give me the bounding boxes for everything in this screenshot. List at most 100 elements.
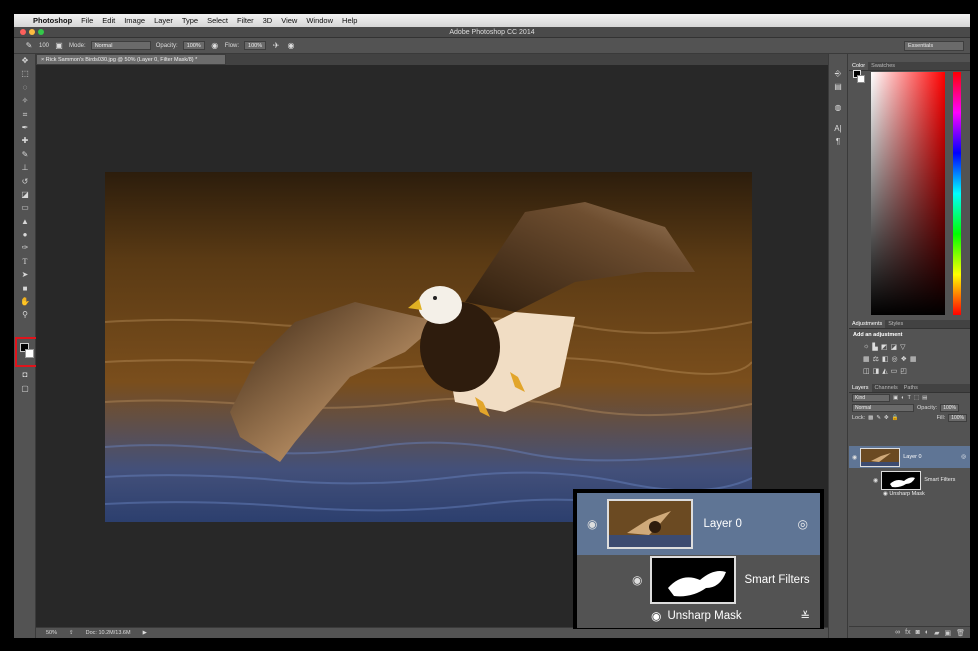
filter-adjustment-icon[interactable]: ◐ xyxy=(901,395,904,401)
exposure-icon[interactable]: ◪ xyxy=(890,343,897,351)
vibrance-icon[interactable]: ▽ xyxy=(900,343,905,351)
move-tool-icon[interactable]: ✥ xyxy=(14,54,36,67)
brush-tool-icon[interactable]: ✎ xyxy=(14,148,36,161)
properties-panel-icon[interactable]: ▤ xyxy=(829,80,847,93)
color-lookup-icon[interactable]: ▦ xyxy=(910,355,917,363)
menu-filter[interactable]: Filter xyxy=(237,16,254,25)
brightness-icon[interactable]: ☼ xyxy=(863,343,869,351)
layer-opacity-field[interactable]: 100% xyxy=(940,404,959,412)
character-panel-icon[interactable]: A| xyxy=(829,122,847,135)
delete-layer-icon[interactable]: 🗑 xyxy=(956,629,965,637)
brush-panel-toggle-icon[interactable]: ▣ xyxy=(54,41,64,51)
filter-type-icon[interactable]: T xyxy=(908,395,911,401)
new-adjustment-icon[interactable]: ◐ xyxy=(925,629,929,636)
screen-mode-icon[interactable]: ▢ xyxy=(14,382,36,395)
filter-shape-icon[interactable]: ⬚ xyxy=(914,395,919,401)
clone-stamp-tool-icon[interactable]: ⊥ xyxy=(14,161,36,174)
menu-file[interactable]: File xyxy=(81,16,93,25)
channel-mixer-icon[interactable]: ❖ xyxy=(901,355,907,363)
menu-select[interactable]: Select xyxy=(207,16,228,25)
unsharp-mask-label[interactable]: Unsharp Mask xyxy=(889,491,924,497)
quick-mask-icon[interactable]: ◘ xyxy=(14,368,36,381)
crop-tool-icon[interactable]: ⌗ xyxy=(14,108,36,121)
menu-help[interactable]: Help xyxy=(342,16,357,25)
tab-color[interactable]: Color xyxy=(849,62,869,70)
menu-view[interactable]: View xyxy=(281,16,297,25)
pressure-opacity-icon[interactable]: ◉ xyxy=(210,41,220,51)
color-balance-icon[interactable]: ⚖ xyxy=(873,355,879,363)
history-brush-tool-icon[interactable]: ↺ xyxy=(14,175,36,188)
zoom-level[interactable]: 50% xyxy=(46,630,57,636)
eraser-tool-icon[interactable]: ◪ xyxy=(14,188,36,201)
airbrush-icon[interactable]: ✈ xyxy=(271,41,281,51)
menu-edit[interactable]: Edit xyxy=(102,16,115,25)
smart-filter-mask-thumbnail[interactable] xyxy=(881,470,922,490)
link-layers-icon[interactable]: ∞ xyxy=(895,629,900,636)
opacity-field[interactable]: 100% xyxy=(182,41,205,50)
color-spectrum-field[interactable] xyxy=(871,72,945,315)
hue-slider[interactable] xyxy=(953,72,961,315)
type-tool-icon[interactable]: T xyxy=(14,255,36,268)
tab-channels[interactable]: Channels xyxy=(872,384,901,392)
smart-filters-visibility-eye-icon[interactable]: ◉ xyxy=(873,477,878,484)
tab-adjustments[interactable]: Adjustments xyxy=(849,320,886,328)
menu-photoshop[interactable]: Photoshop xyxy=(33,16,72,25)
smart-filters-row[interactable]: ◉ Smart Filters xyxy=(849,469,970,491)
layer-style-icon[interactable]: fx xyxy=(905,629,910,636)
filter-smart-object-icon[interactable]: ▤ xyxy=(922,395,927,401)
flow-field[interactable]: 100% xyxy=(244,41,267,50)
selective-color-icon[interactable]: ◰ xyxy=(900,367,907,375)
pressure-size-icon[interactable]: ◉ xyxy=(286,41,296,51)
document-tab[interactable]: × Rick Sammon's Birds030.jpg @ 50% (Laye… xyxy=(36,54,226,65)
layer-name[interactable]: Layer 0 xyxy=(903,454,921,460)
healing-brush-tool-icon[interactable]: ✚ xyxy=(14,134,36,147)
eagle-photo[interactable] xyxy=(105,172,752,522)
paragraph-panel-icon[interactable]: ¶ xyxy=(829,135,847,148)
black-white-icon[interactable]: ◧ xyxy=(882,355,889,363)
minimize-window-button[interactable] xyxy=(29,29,35,35)
history-panel-icon[interactable]: ⎆ xyxy=(829,67,847,80)
quick-select-tool-icon[interactable]: ✧ xyxy=(14,94,36,107)
rectangle-tool-icon[interactable]: ■ xyxy=(14,282,36,295)
gradient-map-icon[interactable]: ▭ xyxy=(891,367,898,375)
tab-swatches[interactable]: Swatches xyxy=(868,62,898,70)
mode-select[interactable]: Normal xyxy=(90,41,151,50)
workspace-select[interactable]: Essentials xyxy=(904,41,964,51)
background-color-swatch[interactable] xyxy=(25,349,34,358)
add-mask-icon[interactable]: ◙ xyxy=(916,629,920,636)
menu-image[interactable]: Image xyxy=(124,16,145,25)
filter-pixel-icon[interactable]: ▣ xyxy=(893,395,898,401)
brush-tool-icon[interactable]: ✎ xyxy=(24,41,34,51)
blur-tool-icon[interactable]: ▲ xyxy=(14,215,36,228)
export-icon[interactable]: ⇪ xyxy=(69,630,74,636)
menu-layer[interactable]: Layer xyxy=(154,16,173,25)
lock-all-icon[interactable]: 🔒 xyxy=(892,415,899,421)
zoom-window-button[interactable] xyxy=(38,29,44,35)
zoom-tool-icon[interactable]: ⚲ xyxy=(14,308,36,321)
layer-row-layer-0[interactable]: ◉ Layer 0 ◎ xyxy=(849,446,970,468)
fill-field[interactable]: 100% xyxy=(948,414,967,422)
threshold-icon[interactable]: ◭ xyxy=(882,367,887,375)
levels-icon[interactable]: ▙ xyxy=(872,343,877,351)
dodge-tool-icon[interactable]: ● xyxy=(14,228,36,241)
brush-preset-picker[interactable]: 100 xyxy=(39,41,49,51)
layer-kind-select[interactable]: Kind xyxy=(852,394,890,402)
hand-tool-icon[interactable]: ✋ xyxy=(14,295,36,308)
menu-3d[interactable]: 3D xyxy=(263,16,273,25)
tab-styles[interactable]: Styles xyxy=(885,320,906,328)
tab-paths[interactable]: Paths xyxy=(901,384,921,392)
lock-pixels-icon[interactable]: ✎ xyxy=(876,415,881,421)
layer-thumbnail[interactable] xyxy=(860,447,901,467)
status-menu-arrow-icon[interactable]: ▶ xyxy=(143,630,147,636)
lock-position-icon[interactable]: ✥ xyxy=(884,415,889,421)
marquee-tool-icon[interactable]: ⬚ xyxy=(14,67,36,80)
eyedropper-tool-icon[interactable]: ✒ xyxy=(14,121,36,134)
lasso-tool-icon[interactable]: ◌ xyxy=(14,81,36,94)
new-group-icon[interactable]: ▰ xyxy=(934,629,939,637)
gradient-tool-icon[interactable]: ▭ xyxy=(14,201,36,214)
brush-panel-icon[interactable]: ◍ xyxy=(829,101,847,114)
invert-icon[interactable]: ◫ xyxy=(863,367,870,375)
menu-window[interactable]: Window xyxy=(306,16,333,25)
path-selection-tool-icon[interactable]: ➤ xyxy=(14,268,36,281)
hue-saturation-icon[interactable]: ▦ xyxy=(863,355,870,363)
